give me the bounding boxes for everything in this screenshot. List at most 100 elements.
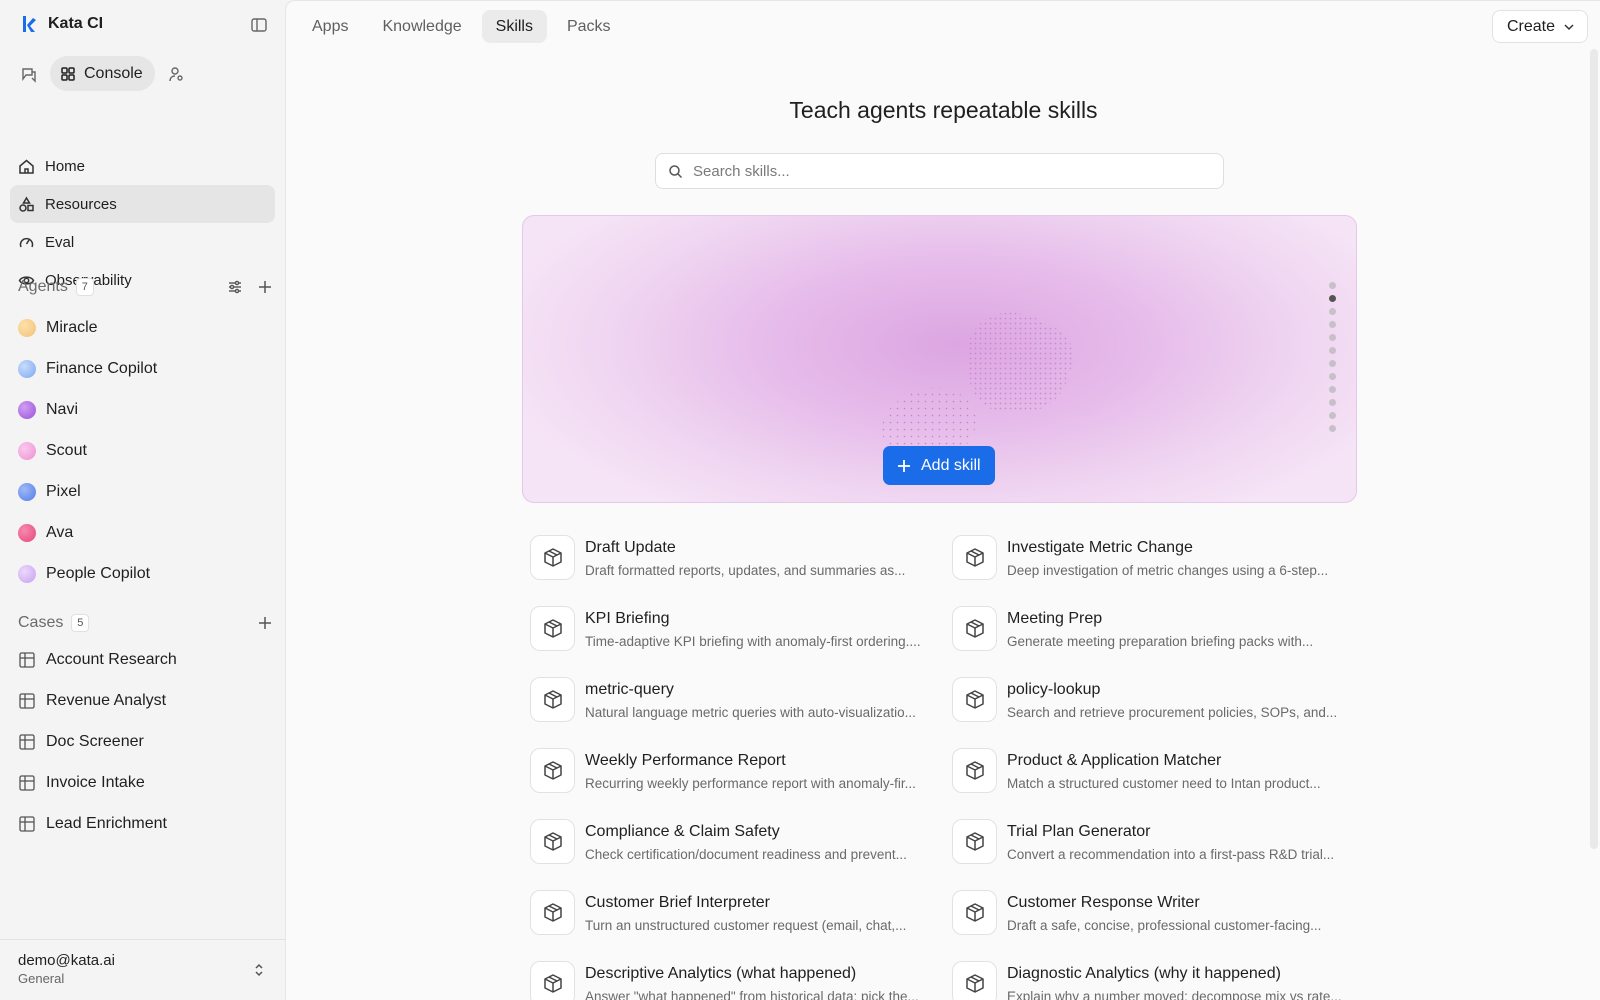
skill-card[interactable]: Product & Application Matcher Match a str… (952, 748, 1350, 793)
user-account[interactable]: demo@kata.ai General (0, 939, 285, 1000)
kata-logo-icon (23, 16, 36, 32)
skill-card[interactable]: Investigate Metric Change Deep investigat… (952, 535, 1350, 580)
filter-icon[interactable] (227, 279, 243, 295)
case-item[interactable]: Lead Enrichment (18, 803, 273, 844)
agent-item[interactable]: Ava (18, 512, 273, 553)
case-item[interactable]: Doc Screener (18, 721, 273, 762)
pager-dot[interactable] (1329, 425, 1336, 432)
console-label: Console (84, 64, 143, 82)
skill-text: Diagnostic Analytics (why it happened) Ex… (1007, 961, 1350, 1000)
agent-avatar (18, 564, 36, 583)
pager-dot[interactable] (1329, 334, 1336, 341)
brand-name: Kata CI (48, 15, 104, 32)
pager-dot[interactable] (1329, 373, 1336, 380)
skill-cube-icon (952, 961, 997, 1000)
brand[interactable]: Kata CI (20, 14, 103, 34)
tab-skills[interactable]: Skills (481, 10, 547, 43)
chevron-up-down-icon[interactable] (253, 962, 265, 978)
case-item[interactable]: Revenue Analyst (18, 680, 273, 721)
skill-text: KPI Briefing Time-adaptive KPI briefing w… (585, 606, 930, 650)
search-input[interactable] (693, 162, 1193, 180)
add-skill-button[interactable]: Add skill (883, 446, 995, 485)
pager-dot[interactable] (1329, 347, 1336, 354)
pager-dot[interactable] (1329, 412, 1336, 419)
search-bar (655, 153, 1224, 189)
skill-text: Trial Plan Generator Convert a recommenda… (1007, 819, 1350, 863)
skill-name: Customer Response Writer (1007, 894, 1200, 911)
case-item[interactable]: Account Research (18, 639, 273, 680)
pager-dot-active[interactable] (1329, 295, 1336, 302)
tab-packs[interactable]: Packs (553, 10, 625, 43)
skill-text: Weekly Performance Report Recurring weekl… (585, 748, 930, 792)
resource-tabs: Apps Knowledge Skills Packs (298, 10, 625, 43)
skill-description: Generate meeting preparation briefing pa… (1007, 634, 1314, 649)
hero-banner: Add skill (522, 215, 1357, 503)
skill-cube-icon (952, 677, 997, 722)
agent-item[interactable]: People Copilot (18, 553, 273, 594)
nav-item-home[interactable]: Home (10, 147, 275, 185)
user-org: General (18, 971, 65, 986)
agent-item[interactable]: Pixel (18, 471, 273, 512)
main-panel: Apps Knowledge Skills Packs Create Teach… (285, 0, 1600, 1000)
skill-description: Explain why a number moved: decompose mi… (1007, 989, 1342, 1000)
home-icon (19, 159, 34, 174)
agent-avatar (18, 441, 36, 460)
skill-text: Compliance & Claim Safety Check certifica… (585, 819, 930, 863)
agent-avatar (18, 359, 36, 378)
skill-card[interactable]: Diagnostic Analytics (why it happened) Ex… (952, 961, 1350, 1000)
pager-dot[interactable] (1329, 399, 1336, 406)
table-icon (19, 774, 35, 791)
agent-item[interactable]: Miracle (18, 307, 273, 348)
table-icon (19, 651, 35, 668)
agent-item[interactable]: Scout (18, 430, 273, 471)
chevron-down-icon (1564, 23, 1574, 30)
scrollbar[interactable] (1590, 49, 1598, 849)
skill-cube-icon (952, 748, 997, 793)
skill-description: Natural language metric queries with aut… (585, 705, 916, 720)
pager-dot[interactable] (1329, 360, 1336, 367)
case-item[interactable]: Invoice Intake (18, 762, 273, 803)
user-settings-icon[interactable] (165, 63, 187, 85)
pager-dot[interactable] (1329, 282, 1336, 289)
skill-card[interactable]: Trial Plan Generator Convert a recommenda… (952, 819, 1350, 864)
add-agent-icon[interactable] (257, 279, 273, 295)
console-button[interactable]: Console (50, 56, 155, 91)
skill-card[interactable]: policy-lookup Search and retrieve procure… (952, 677, 1350, 722)
tab-knowledge[interactable]: Knowledge (368, 10, 475, 43)
skill-card[interactable]: Draft Update Draft formatted reports, upd… (530, 535, 952, 580)
create-label: Create (1506, 17, 1555, 35)
agent-label: People Copilot (46, 564, 151, 582)
skill-text: Product & Application Matcher Match a str… (1007, 748, 1350, 792)
skill-card[interactable]: Descriptive Analytics (what happened) Ans… (530, 961, 952, 1000)
gauge-icon (19, 237, 34, 247)
skill-card[interactable]: Meeting Prep Generate meeting preparation… (952, 606, 1350, 651)
agent-item[interactable]: Navi (18, 389, 273, 430)
pager-dot[interactable] (1329, 321, 1336, 328)
user-email: demo@kata.ai (18, 952, 115, 969)
skill-text: Draft Update Draft formatted reports, upd… (585, 535, 930, 579)
skill-card[interactable]: metric-query Natural language metric quer… (530, 677, 952, 722)
skill-text: Customer Brief Interpreter Turn an unstru… (585, 890, 930, 934)
skill-card[interactable]: KPI Briefing Time-adaptive KPI briefing w… (530, 606, 952, 651)
add-skill-label: Add skill (921, 456, 981, 474)
nav-item-eval[interactable]: Eval (10, 223, 275, 261)
create-button[interactable]: Create (1491, 10, 1588, 43)
banner-pager[interactable] (1329, 282, 1336, 432)
add-case-icon[interactable] (257, 615, 273, 631)
sidebar-toggle-icon[interactable] (250, 16, 268, 34)
chat-icon[interactable] (18, 63, 40, 85)
tab-apps[interactable]: Apps (298, 10, 362, 43)
skill-name: Weekly Performance Report (585, 752, 786, 769)
skill-card[interactable]: Customer Brief Interpreter Turn an unstru… (530, 890, 952, 935)
skill-card[interactable]: Compliance & Claim Safety Check certifica… (530, 819, 952, 864)
case-label: Doc Screener (46, 732, 144, 750)
skill-card[interactable]: Customer Response Writer Draft a safe, co… (952, 890, 1350, 935)
agent-item[interactable]: Finance Copilot (18, 348, 273, 389)
case-label: Invoice Intake (46, 773, 145, 791)
nav-item-resources[interactable]: Resources (10, 185, 275, 223)
pager-dot[interactable] (1329, 308, 1336, 315)
pager-dot[interactable] (1329, 386, 1336, 393)
agent-label: Miracle (46, 318, 98, 336)
skill-description: Check certification/document readiness a… (585, 847, 907, 862)
skill-card[interactable]: Weekly Performance Report Recurring weekl… (530, 748, 952, 793)
